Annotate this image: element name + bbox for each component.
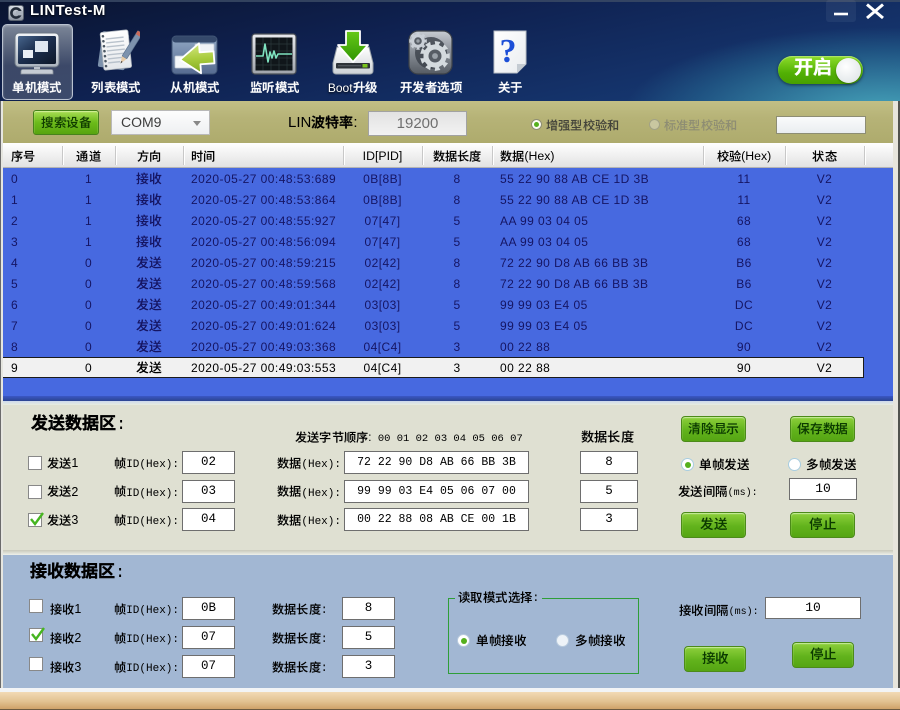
svg-text:?: ? (500, 33, 517, 70)
